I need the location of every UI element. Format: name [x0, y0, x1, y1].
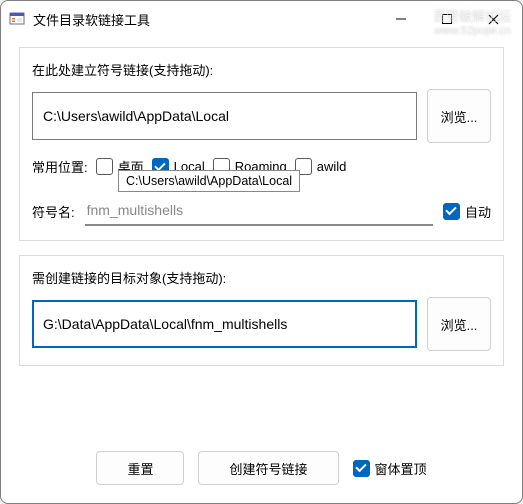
target-group: 需创建链接的目标对象(支持拖动): 浏览... — [19, 255, 504, 366]
titlebar: 文件目录软链接工具 — [1, 1, 522, 37]
checkbox-box — [96, 158, 113, 175]
checkbox-label: awild — [317, 159, 347, 174]
checkbox-box — [353, 460, 370, 477]
checkbox-label: 自动 — [465, 202, 491, 221]
checkbox-topmost[interactable]: 窗体置顶 — [353, 459, 427, 478]
reset-button[interactable]: 重置 — [96, 451, 184, 485]
checkbox-awild[interactable]: awild — [295, 158, 347, 175]
close-button[interactable] — [470, 4, 516, 34]
symbol-name-input[interactable] — [85, 196, 433, 224]
source-group: 在此处建立符号链接(支持拖动): 浏览... 常用位置: 桌面 Local Ro… — [19, 47, 504, 241]
common-locations-label: 常用位置: — [32, 157, 88, 176]
footer: 重置 创建符号链接 窗体置顶 — [19, 451, 504, 489]
checkbox-label: 窗体置顶 — [375, 459, 427, 478]
window-title: 文件目录软链接工具 — [33, 10, 378, 29]
tooltip: C:\Users\awild\AppData\Local — [118, 170, 300, 192]
create-link-button[interactable]: 创建符号链接 — [198, 451, 338, 485]
source-path-input[interactable] — [32, 92, 417, 140]
checkbox-box — [443, 203, 460, 220]
minimize-button[interactable] — [378, 4, 424, 34]
checkbox-auto[interactable]: 自动 — [443, 202, 491, 221]
symbol-name-label: 符号名: — [32, 202, 75, 221]
maximize-button[interactable] — [424, 4, 470, 34]
app-icon — [9, 11, 25, 27]
target-browse-button[interactable]: 浏览... — [427, 297, 491, 351]
target-label: 需创建链接的目标对象(支持拖动): — [32, 268, 491, 287]
source-label: 在此处建立符号链接(支持拖动): — [32, 60, 491, 79]
target-path-input[interactable] — [32, 300, 417, 348]
source-browse-button[interactable]: 浏览... — [427, 89, 491, 143]
